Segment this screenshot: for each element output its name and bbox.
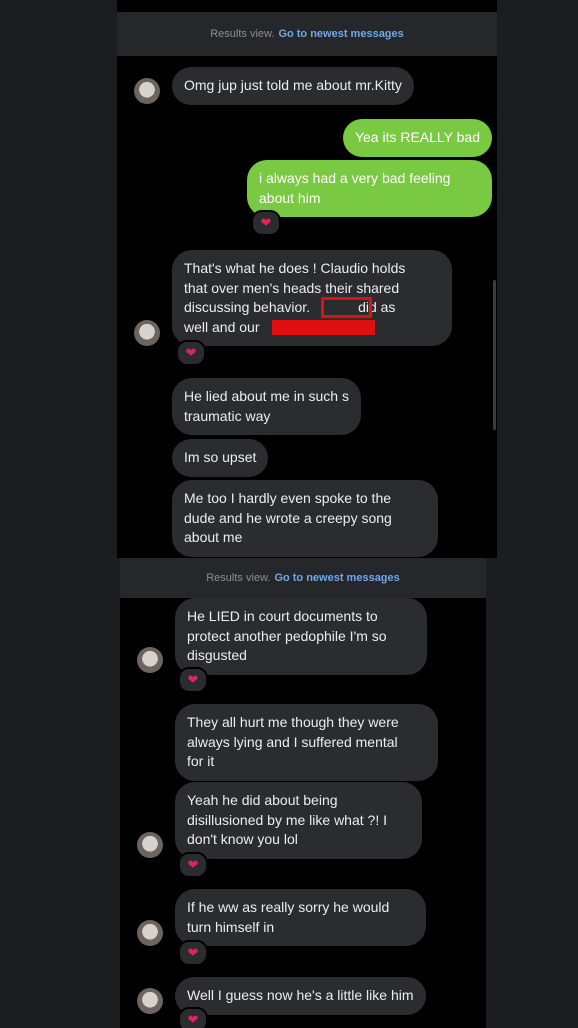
message-bubble[interactable]: Me too I hardly even spoke to the dude a… [172,480,438,557]
message-bubble[interactable]: Im so upset [172,439,269,477]
avatar[interactable] [137,647,163,673]
heart-icon[interactable]: ❤ [178,667,208,693]
message-bubble[interactable]: That's what he does ! Claudio holds that… [172,250,452,346]
message-text: discussing behavior. [184,299,311,315]
message-text: Yeah he did about being [187,792,338,808]
message-text: always lying and I suffered mental [187,733,398,750]
avatar[interactable] [134,320,160,346]
message-bubble[interactable]: Well I guess now he's a little like him [175,977,426,1015]
heart-icon[interactable]: ❤ [178,852,208,878]
message-bubble[interactable]: Omg jup just told me about mr.Kitty [172,67,414,105]
heart-icon[interactable]: ❤ [178,1007,208,1028]
conversation-panel-bottom: Results view. Go to newest messages He L… [120,558,486,1028]
avatar[interactable] [137,832,163,858]
scrollbar[interactable] [493,280,496,430]
message-text: Me too I hardly even spoke to the [184,490,392,506]
message-text: traumatic way [184,407,271,424]
message-text: i always had a very bad feeling [259,170,451,186]
message-text: He LIED in court documents to [187,608,378,624]
message-bubble[interactable]: Yea its REALLY bad [342,119,492,157]
results-view-bar: Results view. Go to newest messages [120,558,486,598]
redaction-box [321,297,372,318]
message-text: protect another pedophile I'm so [187,627,387,644]
message-text: turn himself in [187,918,275,935]
message-text: Omg jup just told me about mr.Kitty [184,77,402,93]
go-to-newest-messages-link[interactable]: Go to newest messages [274,572,399,584]
message-text: about him [259,189,321,206]
heart-icon[interactable]: ❤ [176,340,206,366]
message-text: Im so upset [184,449,257,465]
message-text: They all hurt me though they were [187,714,399,730]
redaction-box [272,320,375,335]
message-text: about me [184,529,243,545]
heart-icon[interactable]: ❤ [251,210,281,236]
conversation-panel-top: Results view. Go to newest messages Omg … [117,0,497,558]
results-view-bar: Results view. Go to newest messages [117,12,497,56]
message-text: Yea its REALLY bad [354,129,480,145]
avatar[interactable] [137,920,163,946]
message-text: That's what he does ! Claudio holds [184,260,406,276]
avatar[interactable] [137,988,163,1014]
message-bubble[interactable]: He lied about me in such s traumatic way [172,378,361,435]
message-text: disgusted [187,647,247,663]
message-text: disillusioned by me like what ?! I [187,811,387,828]
message-bubble[interactable]: i always had a very bad feeling about hi… [247,160,492,217]
message-bubble[interactable]: If he ww as really sorry he would turn h… [175,889,426,946]
message-bubble[interactable]: He LIED in court documents to protect an… [175,598,427,675]
message-text: He lied about me in such s [184,388,349,404]
avatar[interactable] [134,78,160,104]
message-text: Well I guess now he's a little like him [187,987,414,1003]
go-to-newest-messages-link[interactable]: Go to newest messages [278,28,403,40]
message-text: If he ww as really sorry he would [187,899,390,915]
message-text: that over men's heads their shared [184,279,400,296]
message-text: don't know you lol [187,831,298,847]
heart-icon[interactable]: ❤ [178,940,208,966]
message-text: dude and he wrote a creepy song [184,509,392,526]
message-text: for it [187,753,215,769]
message-bubble[interactable]: Yeah he did about being disillusioned by… [175,782,422,859]
results-view-label: Results view. [206,572,271,584]
results-view-label: Results view. [210,28,275,40]
message-bubble[interactable]: They all hurt me though they were always… [175,704,438,781]
